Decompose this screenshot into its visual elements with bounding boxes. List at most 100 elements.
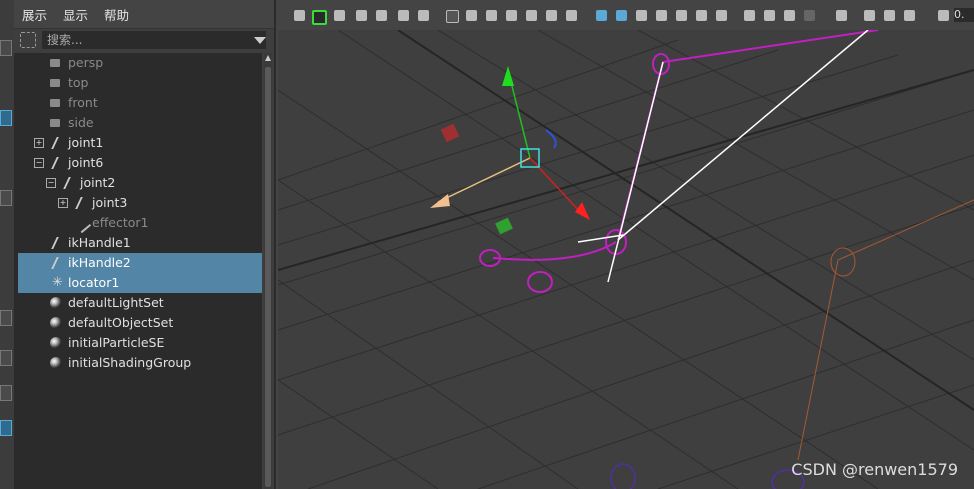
expand-icon[interactable]: + <box>34 138 44 148</box>
outliner-item-side[interactable]: side <box>18 113 262 133</box>
viewport-3d[interactable]: CSDN @renwen1579 <box>278 30 974 489</box>
menu-show[interactable]: 展示 <box>14 5 55 24</box>
outliner-panel: 展示 显示 帮助 persp top front side + joint1 <box>14 0 276 489</box>
smooth-shade-icon[interactable] <box>616 10 627 21</box>
select-tool-icon[interactable] <box>0 40 12 56</box>
item-label: initialParticleSE <box>68 335 165 350</box>
item-label: defaultObjectSet <box>68 315 174 330</box>
xray-active-icon[interactable] <box>884 10 895 21</box>
grease-pencil-icon[interactable] <box>376 10 387 21</box>
xray-joints-icon[interactable] <box>904 10 915 21</box>
outliner-item-initialshadinggroup[interactable]: initialShadingGroup <box>18 353 262 373</box>
rotate-tool-icon[interactable] <box>0 190 12 206</box>
skeleton-joint-marker <box>610 463 636 489</box>
outliner-item-joint6[interactable]: − joint6 <box>18 153 262 173</box>
exposure-icon[interactable] <box>938 10 949 21</box>
2d-pan-icon[interactable] <box>398 10 409 21</box>
manipulator-x-axis <box>437 157 531 203</box>
outliner-item-front[interactable]: front <box>18 93 262 113</box>
move-manipulator[interactable] <box>430 66 590 235</box>
locator-icon: ✳ <box>52 275 63 290</box>
layout-single-icon[interactable] <box>0 310 12 326</box>
shadows-icon[interactable] <box>716 10 727 21</box>
collapse-icon[interactable]: − <box>46 178 56 188</box>
gate-mask-icon[interactable] <box>506 10 517 21</box>
move-tool-icon[interactable] <box>0 110 12 126</box>
grid-icon[interactable] <box>446 10 459 23</box>
filter-icon[interactable] <box>20 32 36 48</box>
scrollbar-thumb[interactable] <box>265 67 271 487</box>
grid-line <box>307 259 974 489</box>
item-label: ikHandle2 <box>68 255 131 270</box>
ground-grid <box>278 30 974 489</box>
item-label: ikHandle1 <box>68 235 131 250</box>
wireframe-icon[interactable] <box>596 10 607 21</box>
layout-active-icon[interactable] <box>0 420 12 436</box>
outliner-item-locator1[interactable]: ✳ locator1 <box>18 273 262 293</box>
background-joints <box>610 463 805 489</box>
outliner-item-ikhandle2[interactable]: ikHandle2 <box>18 253 262 273</box>
isolate-select-icon[interactable] <box>836 10 847 21</box>
film-gate-icon[interactable] <box>466 10 477 21</box>
safe-title-icon[interactable] <box>566 10 577 21</box>
grid-line <box>437 30 974 361</box>
item-label: effector1 <box>92 215 149 230</box>
grid-line <box>278 379 439 489</box>
scroll-up-icon[interactable] <box>265 55 271 61</box>
joint-icon <box>75 197 89 209</box>
item-label: defaultLightSet <box>68 295 164 310</box>
layout-quad-icon[interactable] <box>0 385 12 401</box>
item-label: top <box>68 75 89 90</box>
ik-handle-icon <box>51 237 65 249</box>
ik-handle-segment <box>577 234 624 243</box>
image-plane-icon[interactable] <box>356 10 367 21</box>
edit-icon[interactable] <box>418 10 429 21</box>
shading-group-icon <box>50 337 62 349</box>
item-label: persp <box>68 55 104 70</box>
menu-display[interactable]: 显示 <box>55 5 96 24</box>
outliner-item-effector1[interactable]: effector1 <box>18 213 262 234</box>
shading-group-icon <box>50 357 62 369</box>
grid-line <box>278 49 779 211</box>
expand-icon[interactable]: + <box>58 198 68 208</box>
depth-of-field-icon[interactable] <box>804 10 815 21</box>
camera-icon <box>50 59 60 67</box>
field-chart-icon[interactable] <box>526 10 537 21</box>
search-input[interactable] <box>42 31 266 49</box>
outliner-item-joint3[interactable]: + joint3 <box>18 193 262 213</box>
joint-icon <box>51 137 65 149</box>
outliner-item-joint2[interactable]: − joint2 <box>18 173 262 193</box>
default-material-icon[interactable] <box>636 10 647 21</box>
chevron-down-icon[interactable] <box>254 37 266 44</box>
resolution-gate-icon[interactable] <box>486 10 497 21</box>
search-row <box>14 29 274 53</box>
z-arrow-icon <box>575 202 590 220</box>
layout-split-icon[interactable] <box>0 350 12 366</box>
outliner-item-defaultlightset[interactable]: defaultLightSet <box>18 293 262 313</box>
safe-action-icon[interactable] <box>546 10 557 21</box>
outliner-item-top[interactable]: top <box>18 73 262 93</box>
lighting-icon[interactable] <box>696 10 707 21</box>
joint-icon <box>51 157 65 169</box>
outliner-item-initialparticlese[interactable]: initialParticleSE <box>18 333 262 353</box>
screen-space-ao-icon[interactable] <box>744 10 755 21</box>
grid-line <box>278 69 974 286</box>
wireframe-on-shaded-icon[interactable] <box>656 10 667 21</box>
grid-line <box>278 39 679 181</box>
outliner-scrollbar[interactable] <box>264 53 272 489</box>
collapse-icon[interactable]: − <box>34 158 44 168</box>
skeleton-joint-marker <box>830 247 856 277</box>
camera-icon[interactable] <box>294 10 305 21</box>
exposure-field[interactable]: 0. <box>954 8 974 22</box>
textured-icon[interactable] <box>676 10 687 21</box>
camera-attributes-icon[interactable] <box>312 10 327 25</box>
xray-icon[interactable] <box>864 10 875 21</box>
outliner-item-defaultobjectset[interactable]: defaultObjectSet <box>18 313 262 333</box>
motion-blur-icon[interactable] <box>764 10 775 21</box>
outliner-item-persp[interactable]: persp <box>18 53 262 73</box>
outliner-item-joint1[interactable]: + joint1 <box>18 133 262 153</box>
menu-help[interactable]: 帮助 <box>96 5 137 24</box>
bookmark-icon[interactable] <box>334 10 345 21</box>
outliner-item-ikhandle1[interactable]: ikHandle1 <box>18 233 262 253</box>
anti-aliasing-icon[interactable] <box>784 10 795 21</box>
